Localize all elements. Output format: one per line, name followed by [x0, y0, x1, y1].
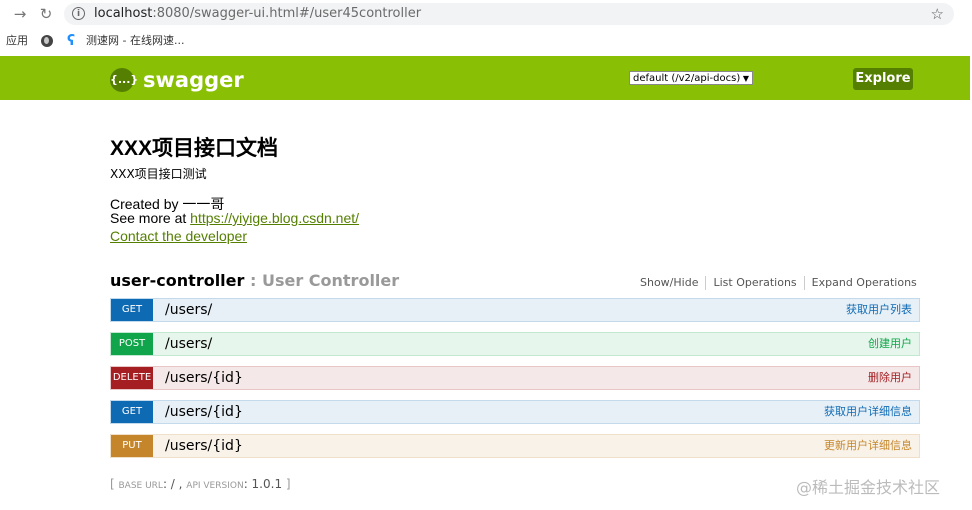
footer-open: [ [110, 477, 119, 491]
contact-developer-link[interactable]: Contact the developer [110, 228, 247, 244]
bookmarks-bar: 应用 ʕ 测速网 - 在线网速... [0, 28, 972, 54]
operation-row[interactable]: GET /users/ 获取用户列表 [110, 298, 920, 322]
operation-row[interactable]: PUT /users/{id} 更新用户详细信息 [110, 434, 920, 458]
api-version-value: : 1.0.1 [243, 477, 286, 491]
url-input[interactable]: i localhost:8080/swagger-ui.html#/user45… [64, 3, 954, 25]
operation-summary[interactable]: 删除用户 [868, 367, 912, 389]
chevron-down-icon: ▼ [742, 74, 749, 83]
list-operations-link[interactable]: List Operations [713, 276, 796, 289]
divider [705, 276, 707, 290]
see-more-line: See more at https://yiyige.blog.csdn.net… [110, 210, 359, 226]
api-footer: [ BASE URL: / , API VERSION: 1.0.1 ] [110, 477, 291, 491]
base-url-value: : / , [162, 477, 187, 491]
bookmark-apps[interactable]: 应用 [6, 28, 28, 54]
see-more-prefix: See more at [110, 210, 191, 226]
api-title: XXX项目接口文档 [110, 137, 279, 160]
bookmark-speedtest[interactable]: 测速网 - 在线网速... [86, 28, 184, 54]
http-method-badge[interactable]: PUT [111, 435, 153, 457]
operation-path[interactable]: /users/{id} [165, 401, 243, 423]
operation-row[interactable]: GET /users/{id} 获取用户详细信息 [110, 400, 920, 424]
url-host: localhost [94, 6, 153, 21]
operation-summary[interactable]: 获取用户列表 [846, 299, 912, 321]
http-method-badge[interactable]: POST [111, 333, 153, 355]
api-spec-select-value: default (/v2/api-docs) [633, 73, 741, 84]
api-description: XXX项目接口测试 [110, 167, 207, 181]
forward-arrow-icon[interactable]: → [10, 4, 30, 24]
api-spec-select[interactable]: default (/v2/api-docs) ▼ [629, 71, 753, 85]
resource-actions: Show/Hide List Operations Expand Operation… [640, 276, 917, 290]
operation-row[interactable]: DELETE /users/{id} 删除用户 [110, 366, 920, 390]
operation-path[interactable]: /users/ [165, 333, 212, 355]
operation-path[interactable]: /users/{id} [165, 435, 243, 457]
operation-path[interactable]: /users/{id} [165, 367, 243, 389]
watermark: @稀土掘金技术社区 [796, 478, 941, 497]
http-method-badge[interactable]: GET [111, 299, 153, 321]
swagger-logo-icon[interactable]: {...} [110, 68, 138, 92]
globe-icon[interactable] [41, 35, 53, 47]
url-text: localhost:8080/swagger-ui.html#/user45co… [94, 3, 421, 25]
base-url-label: BASE URL [118, 481, 163, 491]
http-method-badge[interactable]: DELETE [111, 367, 153, 389]
url-path: :8080/swagger-ui.html#/user45controller [152, 6, 422, 21]
bookmark-star-icon[interactable]: ☆ [931, 3, 944, 25]
reload-icon[interactable]: ↻ [36, 4, 56, 24]
operation-summary[interactable]: 获取用户详细信息 [824, 401, 912, 423]
api-version-label: API VERSION [186, 481, 244, 491]
expand-operations-link[interactable]: Expand Operations [812, 276, 917, 289]
address-bar: → ↻ i localhost:8080/swagger-ui.html#/us… [0, 0, 972, 28]
http-method-badge[interactable]: GET [111, 401, 153, 423]
resource-separator: : [244, 271, 262, 290]
divider [803, 276, 805, 290]
operation-row[interactable]: POST /users/ 创建用户 [110, 332, 920, 356]
info-icon[interactable]: i [72, 7, 85, 20]
resource-name[interactable]: user-controller [110, 271, 244, 290]
see-more-link[interactable]: https://yiyige.blog.csdn.net/ [190, 210, 359, 226]
footer-close: ] [285, 477, 291, 491]
swagger-logo-text[interactable]: swagger [143, 66, 244, 94]
contact-line: Contact the developer [110, 228, 247, 244]
resource-description: User Controller [261, 271, 400, 290]
resource-heading[interactable]: user-controller : User Controller [110, 271, 399, 290]
speedtest-icon[interactable]: ʕ [67, 28, 75, 54]
operation-path[interactable]: /users/ [165, 299, 212, 321]
operation-summary[interactable]: 更新用户详细信息 [824, 435, 912, 457]
explore-button[interactable]: Explore [853, 68, 913, 90]
show-hide-link[interactable]: Show/Hide [640, 276, 698, 289]
operation-summary[interactable]: 创建用户 [868, 333, 912, 355]
